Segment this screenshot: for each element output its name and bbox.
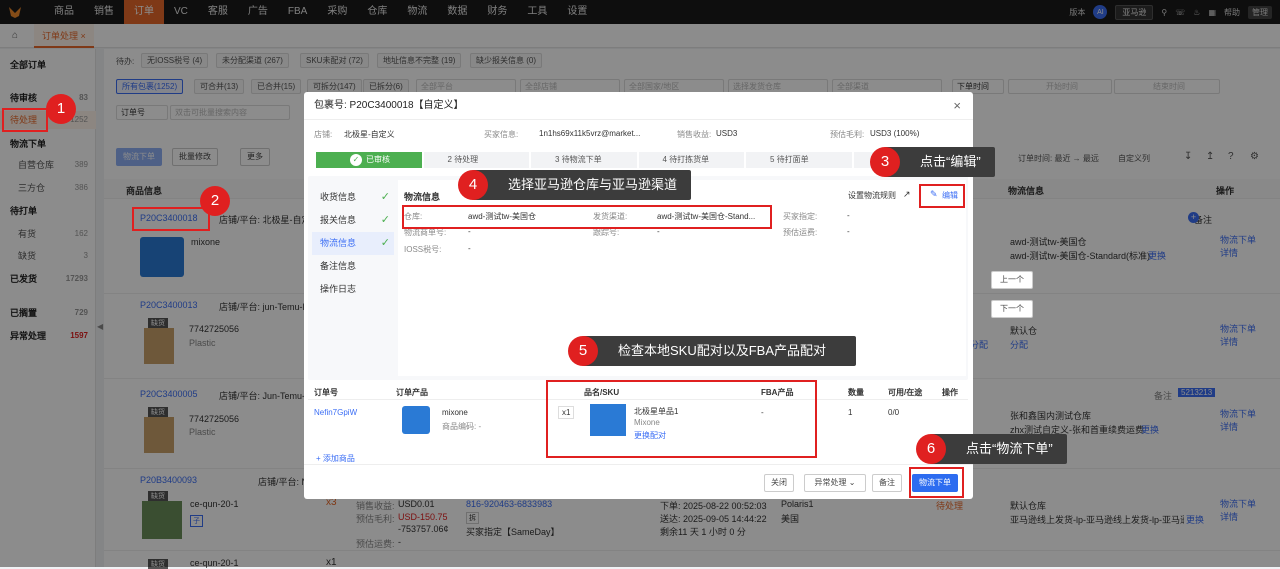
nav-label: 收货信息 xyxy=(320,192,357,202)
freight-value: - xyxy=(847,227,850,236)
nav-notes[interactable]: 备注信息 xyxy=(312,255,394,278)
callout-text: 检查本地SKU配对以及FBA产品配对 xyxy=(618,343,827,358)
step-await-pick: 4 待打拣货单 xyxy=(638,152,744,168)
h-order: 订单号 xyxy=(314,388,338,397)
info-buyer: 1n1hs69x11k5vrz@market... xyxy=(539,129,641,138)
step-await-logistics: 3 待物流下单 xyxy=(531,152,637,168)
step-label: 待打拣货单 xyxy=(669,155,710,164)
nav-label: 报关信息 xyxy=(320,215,357,225)
callout-5: 5 检查本地SKU配对以及FBA产品配对 xyxy=(568,336,856,366)
avail-value: 0/0 xyxy=(888,408,900,417)
info-shop-label: 店铺: xyxy=(314,130,333,139)
callout-6: 6 点击“物流下单” xyxy=(916,434,1067,464)
callout-4: 4 选择亚马逊仓库与亚马逊渠道 xyxy=(458,170,692,200)
highlight-pending xyxy=(2,108,48,132)
h-qty: 数量 xyxy=(848,388,864,397)
order-link[interactable]: Nefin7GpiW xyxy=(314,408,357,417)
step-marker-4: 4 xyxy=(458,170,488,200)
info-sales: USD3 xyxy=(716,129,738,138)
freight-label: 预估运费: xyxy=(783,228,818,237)
h-ops: 操作 xyxy=(942,388,958,397)
product-image xyxy=(402,406,430,434)
nav-receiving[interactable]: 收货信息 ✓ xyxy=(312,186,394,209)
check-icon: ✓ xyxy=(380,214,390,226)
next-button[interactable]: 下一个 xyxy=(991,300,1033,318)
external-link-icon[interactable]: ↗ xyxy=(903,189,911,200)
chevron-down-icon: ⌄ xyxy=(848,478,856,487)
buyer-spec-value: - xyxy=(847,211,850,220)
product-name: mixone xyxy=(442,408,468,417)
step-reviewed: ✓ 已审核 xyxy=(316,152,422,168)
info-sales-label: 销售收益: xyxy=(677,130,712,139)
callout-text: 点击“编辑” xyxy=(920,154,981,169)
divider xyxy=(304,464,973,465)
add-product-label: 添加商品 xyxy=(322,454,355,463)
note-button[interactable]: 备注 xyxy=(872,474,902,492)
check-icon: ✓ xyxy=(380,237,390,249)
modal-info-bar: 店铺: 北极星-自定义 买家信息: 1n1hs69x11k5vrz@market… xyxy=(304,124,973,144)
highlight-order-id xyxy=(132,207,210,231)
step-number: 2 xyxy=(447,155,452,164)
ioss-label: IOSS税号: xyxy=(404,245,442,254)
h-avail: 可用/在途 xyxy=(888,388,923,397)
step-label: 待处理 xyxy=(454,155,479,164)
check-icon: ✓ xyxy=(350,154,362,166)
highlight-warehouse-channel xyxy=(402,205,772,229)
step-label: 已审核 xyxy=(366,155,390,164)
step-marker-2: 2 xyxy=(200,186,230,216)
step-marker-6: 6 xyxy=(916,434,946,464)
step-marker-1: 1 xyxy=(46,94,76,124)
callout-text: 点击“物流下单” xyxy=(966,441,1053,456)
nav-log[interactable]: 操作日志 xyxy=(312,278,394,301)
step-marker-3: 3 xyxy=(870,147,900,177)
callout-3: 3 点击“编辑” xyxy=(870,147,995,177)
info-buyer-label: 买家信息: xyxy=(484,130,519,139)
nav-customs[interactable]: 报关信息 ✓ xyxy=(312,209,394,232)
modal-side-nav: 收货信息 ✓ 报关信息 ✓ 物流信息 ✓ 备注信息 操作日志 xyxy=(312,186,394,301)
check-icon: ✓ xyxy=(380,191,390,203)
step-number: 5 xyxy=(770,155,775,164)
info-profit-label: 预估毛利: xyxy=(830,130,865,139)
logistics-title: 物流信息 xyxy=(404,192,441,202)
highlight-edit xyxy=(919,184,965,208)
add-product-link[interactable]: + 添加商品 xyxy=(316,453,355,464)
step-number: 3 xyxy=(555,155,560,164)
callout-text: 选择亚马逊仓库与亚马逊渠道 xyxy=(508,177,678,192)
product-code: 商品编码: - xyxy=(442,422,482,431)
qty-value: 1 xyxy=(848,408,853,417)
step-pending: 2 待处理 xyxy=(423,152,529,168)
step-label: 待物流下单 xyxy=(561,155,602,164)
exception-button[interactable]: 异常处理 ⌄ xyxy=(804,474,866,492)
close-icon[interactable]: × xyxy=(953,98,961,113)
nav-label: 物流信息 xyxy=(320,238,357,248)
info-shop: 北极星-自定义 xyxy=(344,130,395,139)
prev-button[interactable]: 上一个 xyxy=(991,271,1033,289)
progress-steps: ✓已审核 2 待处理 3 待物流下单 4 待打拣货单 5 待打面单 6 待 xyxy=(316,152,961,168)
info-profit: USD3 (100%) xyxy=(870,129,920,138)
h-product: 订单产品 xyxy=(396,388,428,397)
exception-label: 异常处理 xyxy=(814,478,847,487)
nav-logistics[interactable]: 物流信息 ✓ xyxy=(312,232,394,255)
highlight-sku-match xyxy=(546,380,817,458)
step-marker-5: 5 xyxy=(568,336,598,366)
set-rule-link[interactable]: 设置物流规则 xyxy=(848,190,896,201)
highlight-ship-button xyxy=(909,467,964,498)
close-button[interactable]: 关闭 xyxy=(764,474,794,492)
step-label: 待打面单 xyxy=(776,155,809,164)
modal-title: 包裹号: P20C3400018【自定义】 xyxy=(304,92,973,120)
buyer-spec-label: 买家指定: xyxy=(783,212,818,221)
ioss-value: - xyxy=(468,244,471,253)
step-number: 4 xyxy=(662,155,667,164)
step-await-label: 5 待打面单 xyxy=(746,152,852,168)
